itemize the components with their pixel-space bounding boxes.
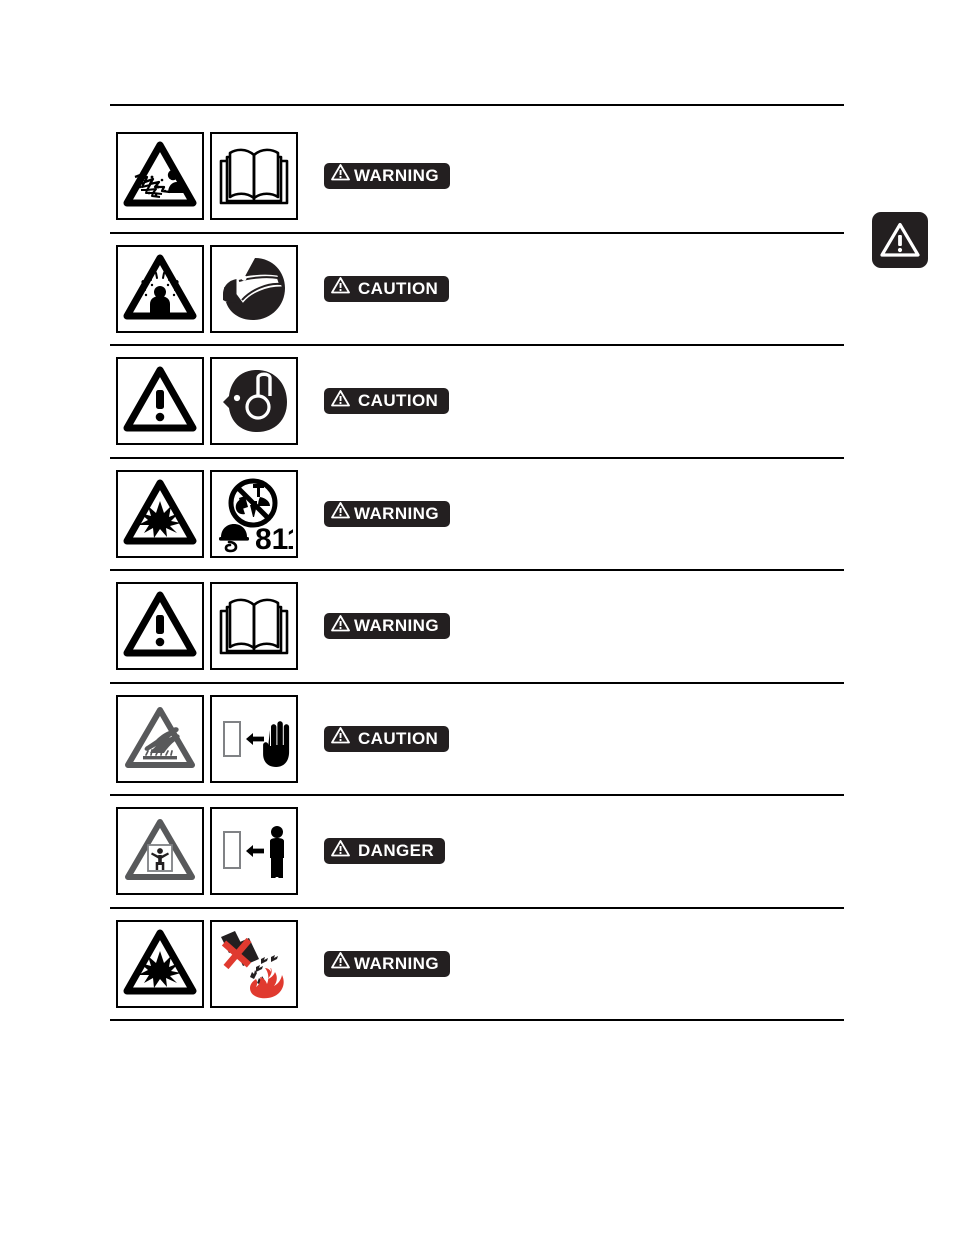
status-badge: WARNING	[324, 950, 450, 977]
dust-inhalation-hazard-triangle-icon	[116, 244, 204, 333]
row-signal-cell: DANGER	[314, 795, 844, 909]
table-row: DANGER	[110, 795, 844, 909]
general-warning-triangle-icon	[116, 357, 204, 446]
status-badge: WARNING	[324, 613, 450, 640]
row-pictogram-cell	[110, 570, 210, 684]
row-pictogram-cell	[110, 907, 210, 1021]
table-row: WARNING	[110, 120, 844, 234]
signal-word-label: CAUTION	[358, 391, 439, 411]
row-action-cell	[210, 682, 314, 796]
row-action-cell: 811	[210, 457, 314, 571]
status-badge: CAUTION	[324, 388, 450, 415]
document-page: WARNING CAUTION CAUTION 81 WARNING WARNI…	[0, 0, 954, 1235]
table-row: WARNING	[110, 907, 844, 1021]
status-badge: WARNING	[324, 500, 450, 527]
row-signal-cell: CAUTION	[314, 232, 844, 346]
table-row: 811 WARNING	[110, 457, 844, 571]
warning-triangle-icon	[331, 952, 350, 974]
row-signal-cell: CAUTION	[314, 682, 844, 796]
row-signal-cell: WARNING	[314, 457, 844, 571]
flying-debris-hazard-triangle-icon	[116, 131, 204, 220]
row-action-cell	[210, 120, 314, 234]
safety-decal-table-body: WARNING CAUTION CAUTION 81 WARNING WARNI…	[110, 120, 844, 1021]
warning-triangle-icon	[331, 727, 350, 749]
signal-word-label: WARNING	[354, 953, 439, 973]
row-action-cell	[210, 345, 314, 459]
header-rule-top	[110, 104, 844, 106]
row-pictogram-cell	[110, 345, 210, 459]
status-badge: WARNING	[324, 162, 450, 189]
row-signal-cell: WARNING	[314, 570, 844, 684]
warning-triangle-icon	[331, 389, 350, 412]
warning-triangle-icon	[331, 839, 350, 862]
row-action-cell	[210, 795, 314, 909]
open-manual-icon	[210, 131, 298, 220]
table-row: CAUTION	[110, 345, 844, 459]
row-action-cell	[210, 907, 314, 1021]
dust-mask-icon	[210, 244, 298, 333]
row-pictogram-cell	[110, 120, 210, 234]
row-pictogram-cell	[110, 232, 210, 346]
table-row: WARNING	[110, 570, 844, 684]
signal-word-label: CAUTION	[358, 278, 439, 298]
warning-triangle-icon	[331, 502, 350, 524]
side-tab-warning-marker	[872, 212, 928, 268]
status-badge: CAUTION	[324, 725, 450, 752]
row-signal-cell: WARNING	[314, 907, 844, 1021]
row-action-cell	[210, 232, 314, 346]
warning-triangle-icon	[331, 164, 350, 186]
call-811-label: 811	[255, 523, 293, 553]
row-action-cell	[210, 570, 314, 684]
body-crush-between-walls-triangle-icon	[116, 807, 204, 896]
signal-word-label: CAUTION	[358, 728, 439, 748]
row-pictogram-cell	[110, 457, 210, 571]
hearing-protection-icon	[210, 357, 298, 446]
safety-decal-table: WARNING CAUTION CAUTION 81 WARNING WARNI…	[110, 120, 844, 1021]
warning-triangle-icon	[331, 614, 350, 637]
hand-crush-hot-surface-triangle-icon	[116, 694, 204, 783]
row-pictogram-cell	[110, 795, 210, 909]
status-badge: DANGER	[324, 838, 446, 865]
keep-hands-away-distance-icon	[210, 694, 298, 783]
row-pictogram-cell	[110, 682, 210, 796]
table-row: CAUTION	[110, 682, 844, 796]
signal-word-label: WARNING	[354, 616, 439, 636]
open-manual-icon	[210, 582, 298, 671]
explosion-hazard-triangle-icon	[116, 919, 204, 1008]
table-row: CAUTION	[110, 232, 844, 346]
general-warning-triangle-icon	[116, 582, 204, 671]
warning-triangle-icon	[880, 222, 920, 258]
no-fire-extinguisher-on-flame-icon	[210, 919, 298, 1008]
warning-triangle-icon	[331, 277, 350, 299]
signal-word-label: WARNING	[354, 165, 439, 185]
explosion-hazard-triangle-icon	[116, 469, 204, 558]
status-badge: CAUTION	[324, 275, 450, 302]
keep-body-away-distance-icon	[210, 807, 298, 896]
row-signal-cell: WARNING	[314, 120, 844, 234]
signal-word-label: DANGER	[358, 841, 435, 861]
row-signal-cell: CAUTION	[314, 345, 844, 459]
call-811-before-digging-icon: 811	[210, 469, 298, 558]
signal-word-label: WARNING	[354, 503, 439, 523]
